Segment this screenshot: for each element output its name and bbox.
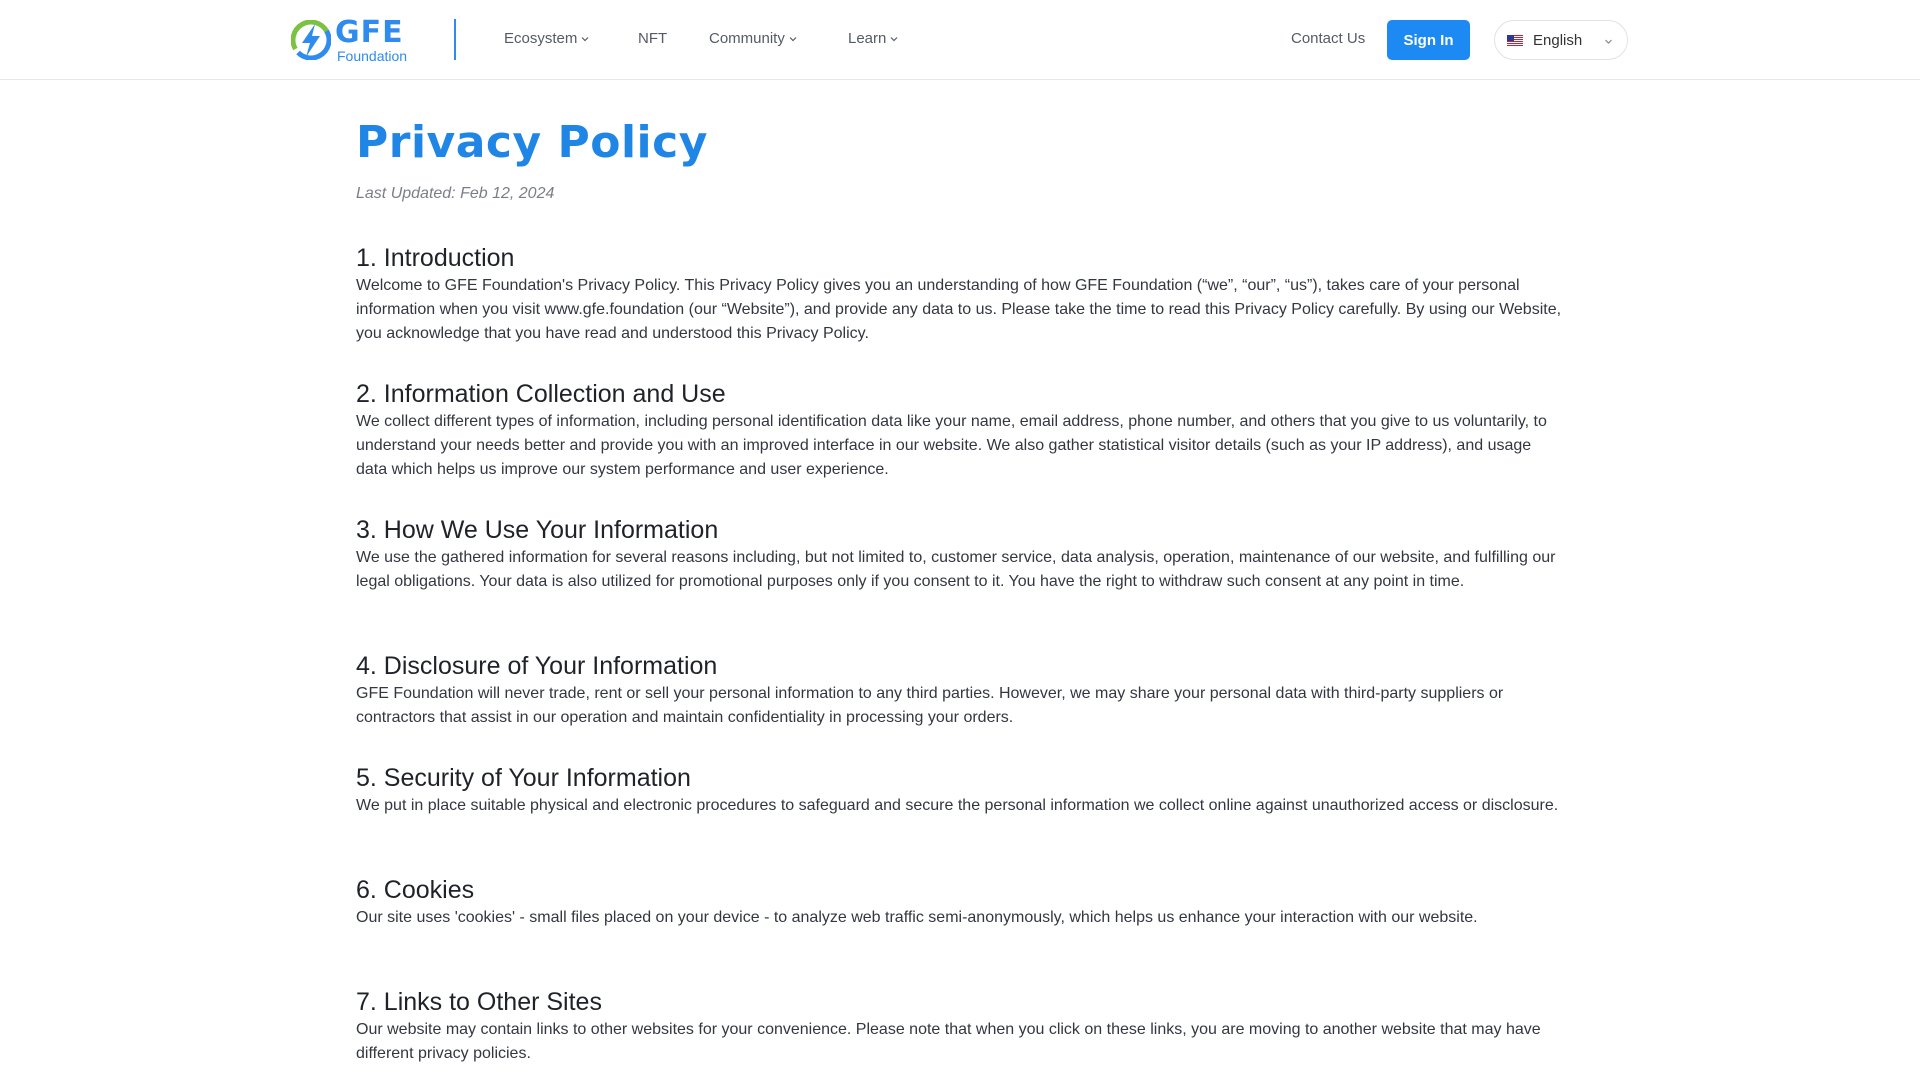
section-body: We put in place suitable physical and el… (356, 797, 1559, 814)
section-heading: 1. Introduction (356, 244, 515, 272)
section-heading: 4. Disclosure of Your Information (356, 652, 718, 680)
chevron-down-icon (581, 36, 589, 41)
nav-ecosystem[interactable]: Ecosystem (504, 30, 589, 47)
section-heading: 5. Security of Your Information (356, 764, 691, 792)
section-body: Welcome to GFE Foundation's Privacy Poli… (356, 277, 1562, 342)
page-title: Privacy Policy (356, 117, 708, 168)
lightning-logo-icon (291, 20, 331, 60)
policy-content: Privacy Policy Last Updated: Feb 12, 202… (356, 112, 1566, 1062)
policy-section-disclosure: 4. Disclosure of Your Information GFE Fo… (356, 650, 1566, 730)
section-heading: 6. Cookies (356, 876, 475, 904)
logo-wordmark: GFE (335, 14, 404, 50)
section-heading: 2. Information Collection and Use (356, 380, 726, 408)
last-updated-text: Last Updated: Feb 12, 2024 (356, 185, 555, 202)
nav-community-label: Community (709, 30, 785, 47)
language-selector[interactable]: English (1494, 20, 1628, 60)
section-body: We collect different types of informatio… (356, 413, 1547, 478)
policy-section-security: 5. Security of Your Information We put i… (356, 762, 1566, 818)
policy-section-information-collection: 2. Information Collection and Use We col… (356, 378, 1566, 482)
section-body: We use the gathered information for seve… (356, 549, 1556, 590)
section-heading: 7. Links to Other Sites (356, 988, 602, 1016)
nav-nft[interactable]: NFT (638, 30, 667, 47)
policy-section-cookies: 6. Cookies Our site uses 'cookies' - sma… (356, 874, 1566, 930)
section-body: Our site uses 'cookies' - small files pl… (356, 909, 1478, 926)
policy-section-links: 7. Links to Other Sites Our website may … (356, 986, 1566, 1066)
nav-community[interactable]: Community (709, 30, 797, 47)
policy-section-introduction: 1. Introduction Welcome to GFE Foundatio… (356, 242, 1566, 346)
section-heading: 3. How We Use Your Information (356, 516, 719, 544)
chevron-down-icon (1605, 39, 1612, 44)
nav-learn-label: Learn (848, 30, 887, 47)
contact-us-link[interactable]: Contact Us (1291, 30, 1365, 47)
chevron-down-icon (890, 36, 898, 41)
logo-subtitle: Foundation (337, 47, 408, 64)
nav-ecosystem-label: Ecosystem (504, 30, 578, 47)
us-flag-icon (1507, 34, 1523, 46)
logo-divider (454, 19, 456, 60)
sign-in-button[interactable]: Sign In (1387, 20, 1470, 60)
chevron-down-icon (789, 36, 797, 41)
nav-learn[interactable]: Learn (848, 30, 898, 47)
gfe-logo[interactable]: GFE Foundation (291, 14, 408, 64)
site-header: GFE Foundation Ecosystem NFT Community L… (0, 0, 1920, 80)
language-label: English (1533, 31, 1583, 49)
nav-nft-label: NFT (638, 30, 668, 47)
policy-section-use-of-information: 3. How We Use Your Information We use th… (356, 514, 1566, 594)
section-body: Our website may contain links to other w… (356, 1021, 1541, 1062)
section-body: GFE Foundation will never trade, rent or… (356, 685, 1504, 726)
